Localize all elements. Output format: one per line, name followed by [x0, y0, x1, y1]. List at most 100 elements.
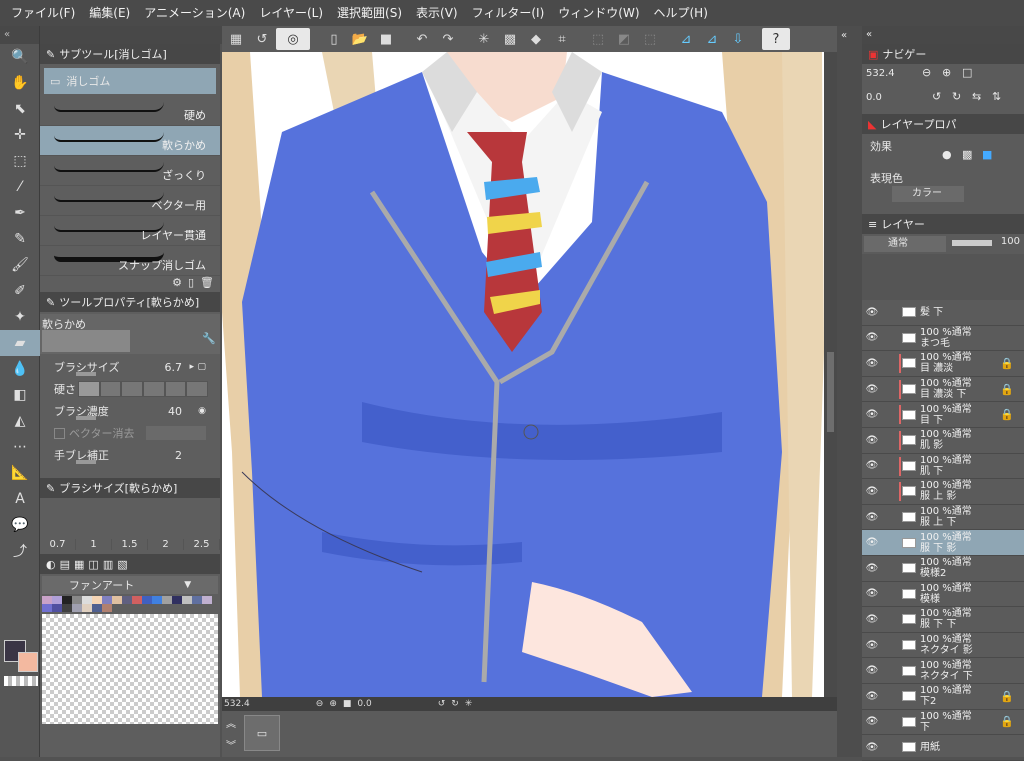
subtool-settings-icon[interactable]: ⚙ [172, 276, 182, 292]
color-slider-tab-icon[interactable]: ▤ [60, 558, 70, 571]
brush-item[interactable]: 軟らかめ [40, 126, 220, 156]
eye-icon[interactable]: 👁 [862, 512, 882, 523]
approx-color-tab-icon[interactable]: ▥ [103, 558, 113, 571]
material-icon[interactable]: ▭ [244, 715, 280, 751]
transform-icon[interactable]: ⌗ [550, 28, 574, 50]
eye-icon[interactable]: 👁 [862, 742, 882, 753]
effect-tone-icon[interactable]: ▩ [962, 148, 972, 161]
layer-row[interactable]: 👁 100 %通常目 濃淡 下 🔒 [862, 377, 1024, 403]
zoom-tool-icon[interactable]: 🔍 [0, 44, 40, 70]
figure-tool-icon[interactable]: ⋯ [0, 434, 40, 460]
layer-row[interactable]: 👁 100 %通常 ネクタイ 影 [862, 633, 1024, 659]
brush-item[interactable]: ざっくり [40, 156, 220, 186]
layer-row[interactable]: 👁 髪 下 [862, 300, 1024, 326]
eye-icon[interactable]: 👁 [862, 332, 882, 343]
snap-ruler-icon[interactable]: ⊿ [674, 28, 698, 50]
brush-density-mode-icon[interactable]: ◉ [198, 406, 206, 416]
eye-icon[interactable]: 👁 [862, 486, 882, 497]
sub-color-swatch[interactable] [18, 652, 38, 672]
eye-icon[interactable]: 👁 [862, 307, 882, 318]
selection-tool-icon[interactable]: ⬚ [0, 148, 40, 174]
balloon-tool-icon[interactable]: 💬 [0, 512, 40, 538]
layer-row[interactable]: 👁 100 %通常 ネクタイ 下 [862, 658, 1024, 684]
effect-layer-color-icon[interactable]: ■ [982, 148, 992, 161]
menu-item[interactable]: ファイル(F) [4, 0, 82, 26]
eye-icon[interactable]: 👁 [862, 716, 882, 727]
vector-erase-options[interactable] [146, 426, 206, 440]
navigator-rotate-left-icon[interactable]: ↺ [932, 90, 941, 103]
menu-item[interactable]: ウィンドウ(W) [551, 0, 646, 26]
lock-icon[interactable]: 🔒 [1000, 357, 1014, 370]
eye-icon[interactable]: 👁 [862, 640, 882, 651]
new-raster-icon[interactable]: ◆ [524, 28, 548, 50]
menu-item[interactable]: 編集(E) [82, 0, 137, 26]
color-history-tab-icon[interactable]: ▧ [117, 558, 127, 571]
brush-density-row[interactable]: ブラシ濃度 40 ◉ [40, 400, 220, 422]
brush-size-preset[interactable]: 1 [76, 539, 112, 550]
effect-border-icon[interactable]: ● [942, 148, 952, 161]
brush-size-row[interactable]: ブラシサイズ 6.7 ▸ ▢ [40, 356, 220, 378]
layer-row[interactable]: 👁 100 %通常 まつ毛 [862, 326, 1024, 352]
clear-icon[interactable]: ✳ [472, 28, 496, 50]
invert-selection-icon[interactable]: ◩ [612, 28, 636, 50]
hardness-selector[interactable] [78, 381, 209, 397]
snap-grid-icon[interactable]: ⇩ [726, 28, 750, 50]
eye-icon[interactable]: 👁 [862, 409, 882, 420]
layer-row[interactable]: 👁 100 %通常肌 下 [862, 454, 1024, 480]
eyedropper-tool-icon[interactable]: ⁄ [0, 174, 40, 200]
brush-item[interactable]: 硬め [40, 96, 220, 126]
ruler-tool-icon[interactable]: 📐 [0, 460, 40, 486]
rotate-right-icon[interactable]: ↻ [451, 699, 459, 709]
eye-icon[interactable]: 👁 [862, 614, 882, 625]
help-button[interactable]: ? [762, 28, 790, 50]
brush-size-stepper-icon[interactable]: ▸ [189, 362, 194, 372]
brush-item[interactable]: レイヤー貫通 [40, 216, 220, 246]
transparent-color-swatch[interactable] [4, 676, 38, 686]
layer-row[interactable]: 👁 100 %通常服 下 下 [862, 607, 1024, 633]
layer-row[interactable]: 👁 100 %通常服 下 影 [862, 530, 1024, 556]
layer-row[interactable]: 👁 100 %通常目 下 🔒 [862, 402, 1024, 428]
blend-tool-icon[interactable]: 💧 [0, 356, 40, 382]
fit-icon[interactable]: ■ [343, 699, 352, 709]
eye-icon[interactable]: 👁 [862, 588, 882, 599]
gradient-tool-icon[interactable]: ◧ [0, 382, 40, 408]
eye-icon[interactable]: 👁 [862, 665, 882, 676]
eye-icon[interactable]: 👁 [862, 460, 882, 471]
vector-erase-checkbox[interactable] [54, 427, 65, 439]
lock-icon[interactable]: 🔒 [1000, 715, 1014, 728]
brush-size-preset[interactable]: 0.7 [40, 539, 76, 550]
subtool-tab-eraser[interactable]: ▭ 消しゴム [44, 68, 216, 94]
menu-item[interactable]: ヘルプ(H) [647, 0, 715, 26]
new-subtool-icon[interactable]: ▯ [188, 276, 194, 292]
rotate-left-icon[interactable]: ↺ [438, 699, 446, 709]
deselect-icon[interactable]: ⬚ [586, 28, 610, 50]
collapse-down-icon[interactable]: ︾ [226, 737, 236, 752]
eye-icon[interactable]: 👁 [862, 537, 882, 548]
snap-special-ruler-icon[interactable]: ⊿ [700, 28, 724, 50]
stabilization-row[interactable]: 手ブレ補正 2 [40, 444, 220, 466]
lock-icon[interactable]: 🔒 [1000, 690, 1014, 703]
new-file-icon[interactable]: ▯ [322, 28, 346, 50]
undo-icon[interactable]: ↶ [410, 28, 434, 50]
airbrush-tool-icon[interactable]: ✐ [0, 278, 40, 304]
redo-icon[interactable]: ↷ [436, 28, 460, 50]
eye-icon[interactable]: 👁 [862, 691, 882, 702]
color-set-swatches[interactable] [42, 596, 218, 612]
spiral-logo-button[interactable]: ◎ [276, 28, 310, 50]
toolprop-wrench-icon[interactable]: 🔧 [202, 332, 216, 345]
grid-icon[interactable]: ▦ [224, 28, 248, 50]
operation-tool-icon[interactable]: ⬉ [0, 96, 40, 122]
brush-tool-icon[interactable]: 🖌 [0, 252, 40, 278]
color-set-tab-icon[interactable]: ▦ [74, 558, 84, 571]
expression-color-select[interactable]: カラー [892, 186, 964, 202]
menu-item[interactable]: レイヤー(L) [252, 0, 330, 26]
color-set-dropdown[interactable]: ファンアート ▼ [42, 576, 218, 594]
selection-border-icon[interactable]: ⬚ [638, 28, 662, 50]
brush-size-mode-icon[interactable]: ▢ [197, 362, 206, 372]
blend-mode-select[interactable]: 通常 [864, 236, 946, 252]
hand-tool-icon[interactable]: ✋ [0, 70, 40, 96]
brush-item[interactable]: スナップ消しゴム [40, 246, 220, 276]
eye-icon[interactable]: 👁 [862, 384, 882, 395]
undo-history-icon[interactable]: ↺ [250, 28, 274, 50]
brush-item[interactable]: ベクター用 [40, 186, 220, 216]
